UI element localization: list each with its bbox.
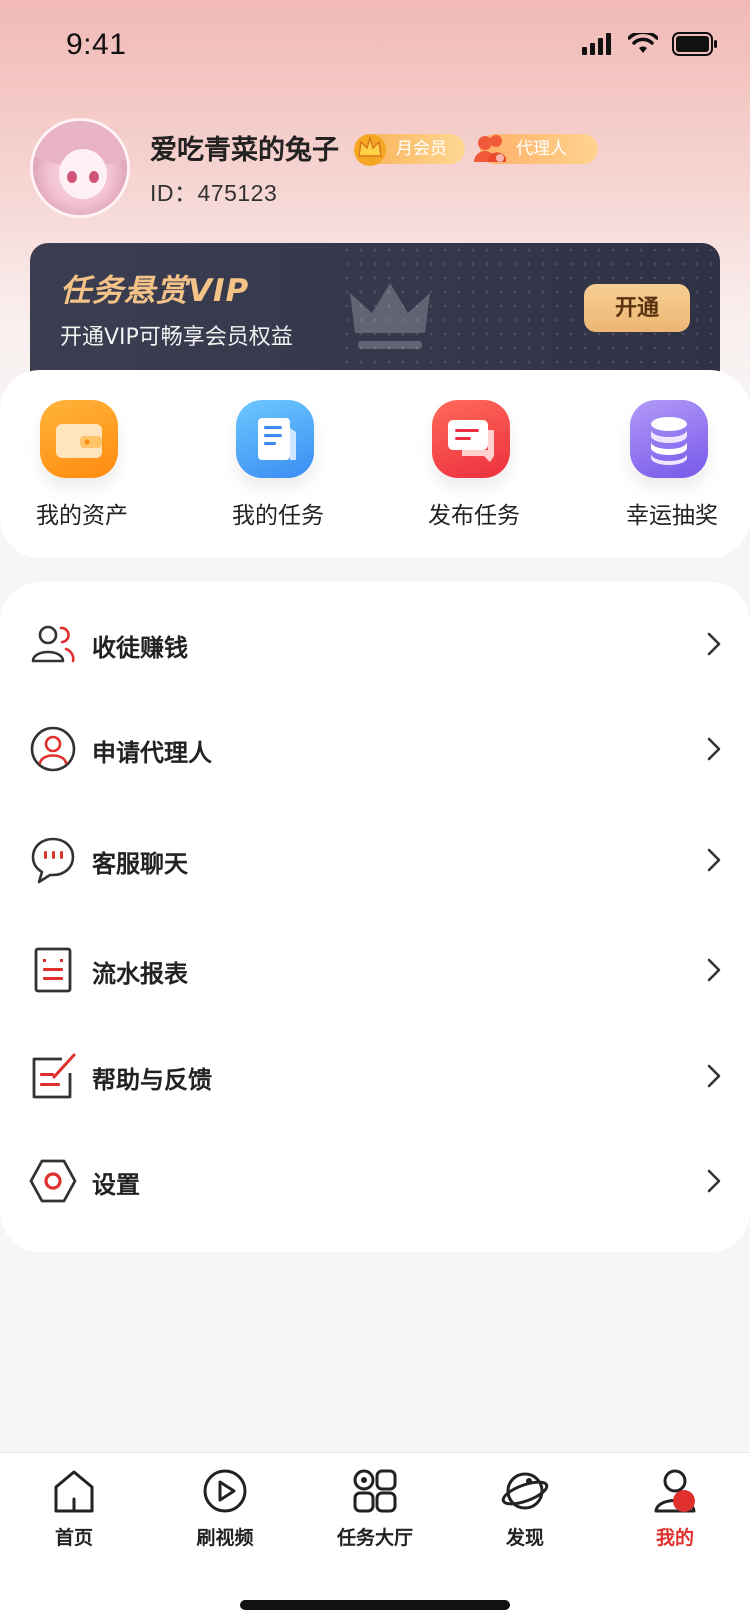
menu-item-recruit-earn[interactable]: 收徒赚钱 <box>0 594 750 694</box>
chevron-right-icon <box>707 848 721 872</box>
profile-icon <box>654 1469 696 1513</box>
tab-label: 我的 <box>655 1527 694 1549</box>
user-circle-icon <box>30 726 76 772</box>
home-indicator <box>240 1600 510 1610</box>
chevron-right-icon <box>707 1169 721 1193</box>
vip-subtitle: 开通VIP可畅享会员权益 <box>60 325 293 350</box>
battery-icon <box>672 32 717 56</box>
coins-icon <box>630 400 708 478</box>
quick-action-publish-task[interactable]: 发布任务 <box>394 400 544 540</box>
status-icons <box>582 32 718 56</box>
quick-action-assets[interactable]: 我的资产 <box>2 400 152 540</box>
chevron-right-icon <box>707 1064 721 1088</box>
tab-label: 刷视频 <box>196 1527 254 1549</box>
play-circle-icon <box>203 1469 247 1513</box>
user-name: 爱吃青菜的兔子 <box>150 135 339 166</box>
quick-action-lucky-draw[interactable]: 幸运抽奖 <box>592 400 742 540</box>
member-badge-label: 月会员 <box>396 139 447 159</box>
menu-item-settings[interactable]: 设置 <box>0 1131 750 1231</box>
profile-header: 爱吃青菜的兔子 月会员 代理人 ID：475123 <box>30 118 730 218</box>
crown-icon <box>350 283 430 349</box>
tab-label: 首页 <box>54 1527 93 1549</box>
edit-note-icon <box>32 1053 76 1099</box>
menu-item-label: 申请代理人 <box>92 739 212 767</box>
wifi-icon <box>628 33 658 53</box>
menu-list: 收徒赚钱 申请代理人 客服聊天 流水报表 帮助与反馈 设置 <box>0 582 750 1252</box>
home-icon <box>54 1470 94 1513</box>
chevron-right-icon <box>707 632 721 656</box>
avatar[interactable] <box>30 118 130 218</box>
grid-icon <box>353 1469 397 1513</box>
tab-task-hall[interactable]: 任务大厅 <box>325 1467 425 1557</box>
bottom-tab-bar: 首页 刷视频 任务大厅 发现 我的 <box>0 1452 750 1624</box>
user-id: ID：475123 <box>150 180 278 206</box>
chat-bubble-icon <box>31 837 75 884</box>
menu-item-label: 客服聊天 <box>92 850 188 878</box>
quick-action-label: 幸运抽奖 <box>626 503 718 529</box>
menu-item-label: 流水报表 <box>92 960 188 988</box>
tab-label: 发现 <box>505 1527 544 1549</box>
quick-action-label: 我的资产 <box>36 503 128 529</box>
menu-item-label: 帮助与反馈 <box>92 1066 212 1094</box>
wallet-icon <box>40 400 118 478</box>
menu-item-customer-chat[interactable]: 客服聊天 <box>0 810 750 910</box>
quick-action-label: 我的任务 <box>232 503 324 529</box>
menu-item-help-feedback[interactable]: 帮助与反馈 <box>0 1026 750 1126</box>
tab-videos[interactable]: 刷视频 <box>175 1467 275 1557</box>
tab-home[interactable]: 首页 <box>24 1467 124 1557</box>
menu-item-label: 收徒赚钱 <box>92 634 188 662</box>
quick-action-label: 发布任务 <box>428 503 520 529</box>
tab-label: 任务大厅 <box>336 1527 413 1549</box>
menu-item-apply-agent[interactable]: 申请代理人 <box>0 699 750 799</box>
tab-mine[interactable]: 我的 <box>625 1467 725 1557</box>
tab-discover[interactable]: 发现 <box>475 1467 575 1557</box>
report-icon <box>34 947 72 993</box>
vip-title: 任务悬赏VIP <box>60 273 250 309</box>
agent-badge-label: 代理人 <box>516 139 567 159</box>
planet-icon <box>501 1472 549 1510</box>
menu-item-label: 设置 <box>92 1171 140 1199</box>
agent-badge-icon <box>474 135 506 162</box>
users-icon <box>31 625 75 663</box>
chevron-right-icon <box>707 958 721 982</box>
status-time: 9:41 <box>66 28 127 61</box>
cellular-signal-icon <box>582 33 611 55</box>
open-vip-button[interactable]: 开通 <box>584 284 690 332</box>
status-bar: 9:41 <box>0 0 750 92</box>
message-icon <box>432 400 510 478</box>
chevron-right-icon <box>707 737 721 761</box>
agent-badge: 代理人 <box>474 134 598 164</box>
member-badge: 月会员 <box>354 134 465 166</box>
quick-action-my-tasks[interactable]: 我的任务 <box>198 400 348 540</box>
settings-hexagon-icon <box>29 1159 77 1203</box>
document-icon <box>236 400 314 478</box>
menu-item-transaction-report[interactable]: 流水报表 <box>0 920 750 1020</box>
crown-badge-icon <box>354 134 386 166</box>
quick-actions-card: 我的资产 我的任务 发布任务 幸运抽奖 <box>0 370 750 558</box>
